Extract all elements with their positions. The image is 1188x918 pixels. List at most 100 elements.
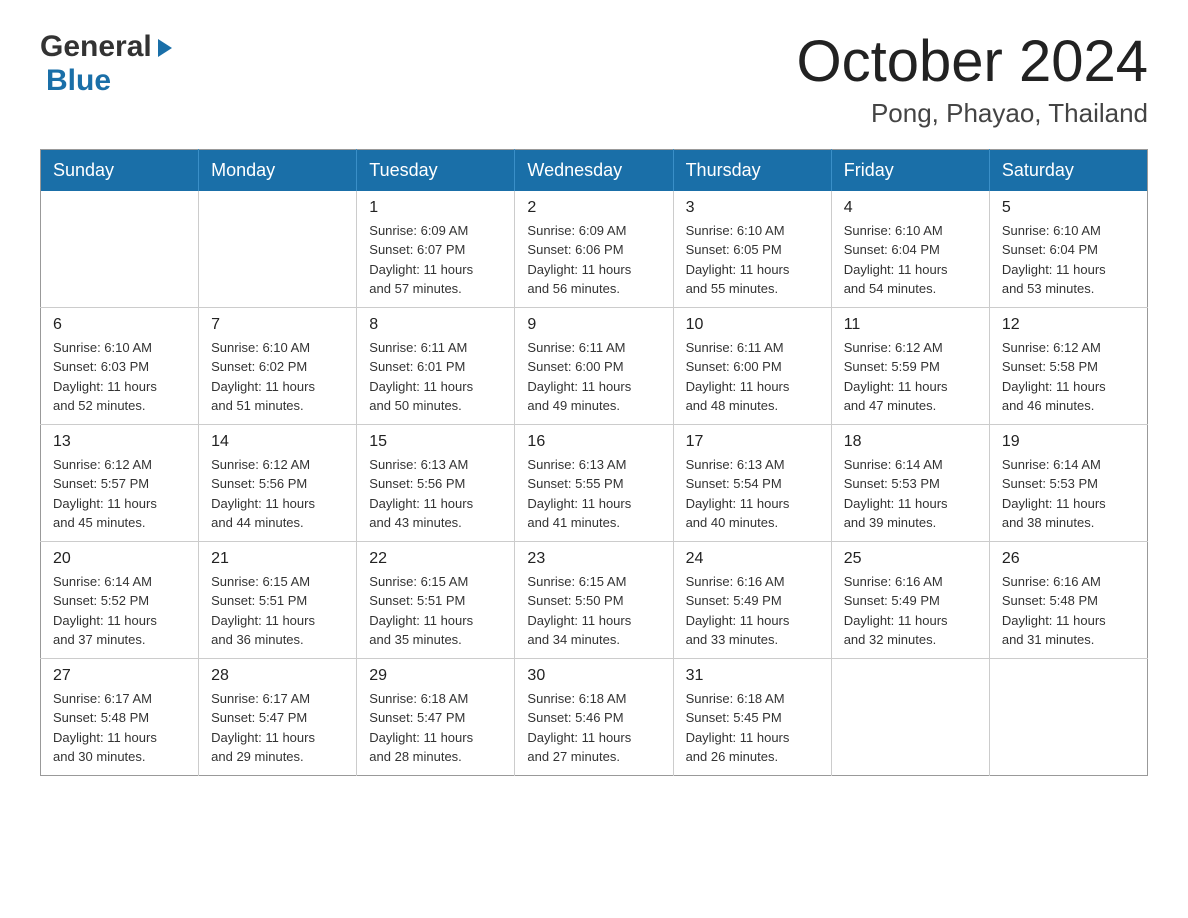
day-info: Sunrise: 6:16 AM Sunset: 5:48 PM Dayligh… xyxy=(1002,572,1135,650)
day-number: 28 xyxy=(211,667,344,685)
day-info: Sunrise: 6:12 AM Sunset: 5:58 PM Dayligh… xyxy=(1002,338,1135,416)
day-info: Sunrise: 6:14 AM Sunset: 5:53 PM Dayligh… xyxy=(1002,455,1135,533)
calendar-week-row: 27 Sunrise: 6:17 AM Sunset: 5:48 PM Dayli… xyxy=(41,658,1148,775)
day-info: Sunrise: 6:12 AM Sunset: 5:57 PM Dayligh… xyxy=(53,455,186,533)
day-number: 26 xyxy=(1002,550,1135,568)
calendar-cell: 23Sunrise: 6:15 AM Sunset: 5:50 PM Dayli… xyxy=(515,541,673,658)
day-number: 5 xyxy=(1002,199,1135,217)
calendar-cell: 8 Sunrise: 6:11 AM Sunset: 6:01 PM Daylig… xyxy=(357,307,515,424)
day-number: 31 xyxy=(686,667,819,685)
calendar-cell: 6Sunrise: 6:10 AM Sunset: 6:03 PM Daylig… xyxy=(41,307,199,424)
calendar-cell xyxy=(831,658,989,775)
location-title: Pong, Phayao, Thailand xyxy=(797,98,1148,129)
day-number: 17 xyxy=(686,433,819,451)
page-header: General Blue October 2024 Pong, Phayao, … xyxy=(40,30,1148,129)
weekday-header-friday: Friday xyxy=(831,149,989,191)
day-number: 13 xyxy=(53,433,186,451)
day-info: Sunrise: 6:11 AM Sunset: 6:00 PM Dayligh… xyxy=(686,338,819,416)
day-number: 4 xyxy=(844,199,977,217)
day-number: 23 xyxy=(527,550,660,568)
day-number: 24 xyxy=(686,550,819,568)
calendar-cell: 2 Sunrise: 6:09 AM Sunset: 6:06 PM Daylig… xyxy=(515,191,673,308)
logo-general-text: General xyxy=(40,30,152,64)
calendar-cell: 16 Sunrise: 6:13 AM Sunset: 5:55 PM Dayli… xyxy=(515,424,673,541)
day-info: Sunrise: 6:16 AM Sunset: 5:49 PM Dayligh… xyxy=(686,572,819,650)
day-info: Sunrise: 6:10 AM Sunset: 6:04 PM Dayligh… xyxy=(844,221,977,299)
weekday-header-thursday: Thursday xyxy=(673,149,831,191)
calendar-cell: 22Sunrise: 6:15 AM Sunset: 5:51 PM Dayli… xyxy=(357,541,515,658)
calendar-cell: 5 Sunrise: 6:10 AM Sunset: 6:04 PM Daylig… xyxy=(989,191,1147,308)
weekday-header-sunday: Sunday xyxy=(41,149,199,191)
calendar-cell: 1Sunrise: 6:09 AM Sunset: 6:07 PM Daylig… xyxy=(357,191,515,308)
calendar-cell: 30 Sunrise: 6:18 AM Sunset: 5:46 PM Dayli… xyxy=(515,658,673,775)
logo-blue-text: Blue xyxy=(40,64,111,97)
day-info: Sunrise: 6:10 AM Sunset: 6:04 PM Dayligh… xyxy=(1002,221,1135,299)
day-number: 15 xyxy=(369,433,502,451)
day-number: 20 xyxy=(53,550,186,568)
calendar-cell: 7 Sunrise: 6:10 AM Sunset: 6:02 PM Daylig… xyxy=(199,307,357,424)
day-info: Sunrise: 6:12 AM Sunset: 5:59 PM Dayligh… xyxy=(844,338,977,416)
day-number: 25 xyxy=(844,550,977,568)
calendar-cell: 31Sunrise: 6:18 AM Sunset: 5:45 PM Dayli… xyxy=(673,658,831,775)
day-number: 7 xyxy=(211,316,344,334)
calendar-week-row: 6Sunrise: 6:10 AM Sunset: 6:03 PM Daylig… xyxy=(41,307,1148,424)
calendar-cell: 12 Sunrise: 6:12 AM Sunset: 5:58 PM Dayli… xyxy=(989,307,1147,424)
day-number: 2 xyxy=(527,199,660,217)
day-number: 3 xyxy=(686,199,819,217)
day-info: Sunrise: 6:13 AM Sunset: 5:54 PM Dayligh… xyxy=(686,455,819,533)
day-number: 16 xyxy=(527,433,660,451)
calendar-cell: 26 Sunrise: 6:16 AM Sunset: 5:48 PM Dayli… xyxy=(989,541,1147,658)
day-info: Sunrise: 6:11 AM Sunset: 6:01 PM Dayligh… xyxy=(369,338,502,416)
calendar-cell: 29 Sunrise: 6:18 AM Sunset: 5:47 PM Dayli… xyxy=(357,658,515,775)
day-info: Sunrise: 6:10 AM Sunset: 6:02 PM Dayligh… xyxy=(211,338,344,416)
day-number: 21 xyxy=(211,550,344,568)
day-number: 8 xyxy=(369,316,502,334)
calendar-cell: 17 Sunrise: 6:13 AM Sunset: 5:54 PM Dayli… xyxy=(673,424,831,541)
day-info: Sunrise: 6:09 AM Sunset: 6:06 PM Dayligh… xyxy=(527,221,660,299)
calendar-week-row: 1Sunrise: 6:09 AM Sunset: 6:07 PM Daylig… xyxy=(41,191,1148,308)
calendar-cell: 9 Sunrise: 6:11 AM Sunset: 6:00 PM Daylig… xyxy=(515,307,673,424)
day-number: 14 xyxy=(211,433,344,451)
day-info: Sunrise: 6:11 AM Sunset: 6:00 PM Dayligh… xyxy=(527,338,660,416)
day-info: Sunrise: 6:14 AM Sunset: 5:52 PM Dayligh… xyxy=(53,572,186,650)
calendar-cell: 4 Sunrise: 6:10 AM Sunset: 6:04 PM Daylig… xyxy=(831,191,989,308)
calendar-table: SundayMondayTuesdayWednesdayThursdayFrid… xyxy=(40,149,1148,776)
day-number: 27 xyxy=(53,667,186,685)
calendar-cell: 20 Sunrise: 6:14 AM Sunset: 5:52 PM Dayli… xyxy=(41,541,199,658)
day-info: Sunrise: 6:17 AM Sunset: 5:48 PM Dayligh… xyxy=(53,689,186,767)
weekday-header-wednesday: Wednesday xyxy=(515,149,673,191)
logo-arrow-icon xyxy=(154,37,176,59)
day-info: Sunrise: 6:14 AM Sunset: 5:53 PM Dayligh… xyxy=(844,455,977,533)
calendar-cell: 11Sunrise: 6:12 AM Sunset: 5:59 PM Dayli… xyxy=(831,307,989,424)
calendar-cell xyxy=(199,191,357,308)
day-info: Sunrise: 6:13 AM Sunset: 5:56 PM Dayligh… xyxy=(369,455,502,533)
calendar-cell: 18Sunrise: 6:14 AM Sunset: 5:53 PM Dayli… xyxy=(831,424,989,541)
calendar-cell: 24 Sunrise: 6:16 AM Sunset: 5:49 PM Dayli… xyxy=(673,541,831,658)
day-number: 30 xyxy=(527,667,660,685)
day-info: Sunrise: 6:18 AM Sunset: 5:46 PM Dayligh… xyxy=(527,689,660,767)
calendar-cell: 21Sunrise: 6:15 AM Sunset: 5:51 PM Dayli… xyxy=(199,541,357,658)
calendar-cell: 27 Sunrise: 6:17 AM Sunset: 5:48 PM Dayli… xyxy=(41,658,199,775)
weekday-header-saturday: Saturday xyxy=(989,149,1147,191)
calendar-cell: 10Sunrise: 6:11 AM Sunset: 6:00 PM Dayli… xyxy=(673,307,831,424)
weekday-header-tuesday: Tuesday xyxy=(357,149,515,191)
day-info: Sunrise: 6:13 AM Sunset: 5:55 PM Dayligh… xyxy=(527,455,660,533)
month-title: October 2024 xyxy=(797,30,1148,94)
day-info: Sunrise: 6:17 AM Sunset: 5:47 PM Dayligh… xyxy=(211,689,344,767)
title-area: October 2024 Pong, Phayao, Thailand xyxy=(797,30,1148,129)
day-number: 6 xyxy=(53,316,186,334)
calendar-cell: 15 Sunrise: 6:13 AM Sunset: 5:56 PM Dayli… xyxy=(357,424,515,541)
weekday-header-monday: Monday xyxy=(199,149,357,191)
calendar-cell: 28 Sunrise: 6:17 AM Sunset: 5:47 PM Dayli… xyxy=(199,658,357,775)
day-info: Sunrise: 6:18 AM Sunset: 5:47 PM Dayligh… xyxy=(369,689,502,767)
day-info: Sunrise: 6:12 AM Sunset: 5:56 PM Dayligh… xyxy=(211,455,344,533)
day-number: 19 xyxy=(1002,433,1135,451)
day-number: 12 xyxy=(1002,316,1135,334)
calendar-cell: 25 Sunrise: 6:16 AM Sunset: 5:49 PM Dayli… xyxy=(831,541,989,658)
calendar-week-row: 13 Sunrise: 6:12 AM Sunset: 5:57 PM Dayli… xyxy=(41,424,1148,541)
day-info: Sunrise: 6:15 AM Sunset: 5:51 PM Dayligh… xyxy=(369,572,502,650)
day-info: Sunrise: 6:16 AM Sunset: 5:49 PM Dayligh… xyxy=(844,572,977,650)
day-number: 9 xyxy=(527,316,660,334)
day-number: 29 xyxy=(369,667,502,685)
day-info: Sunrise: 6:09 AM Sunset: 6:07 PM Dayligh… xyxy=(369,221,502,299)
